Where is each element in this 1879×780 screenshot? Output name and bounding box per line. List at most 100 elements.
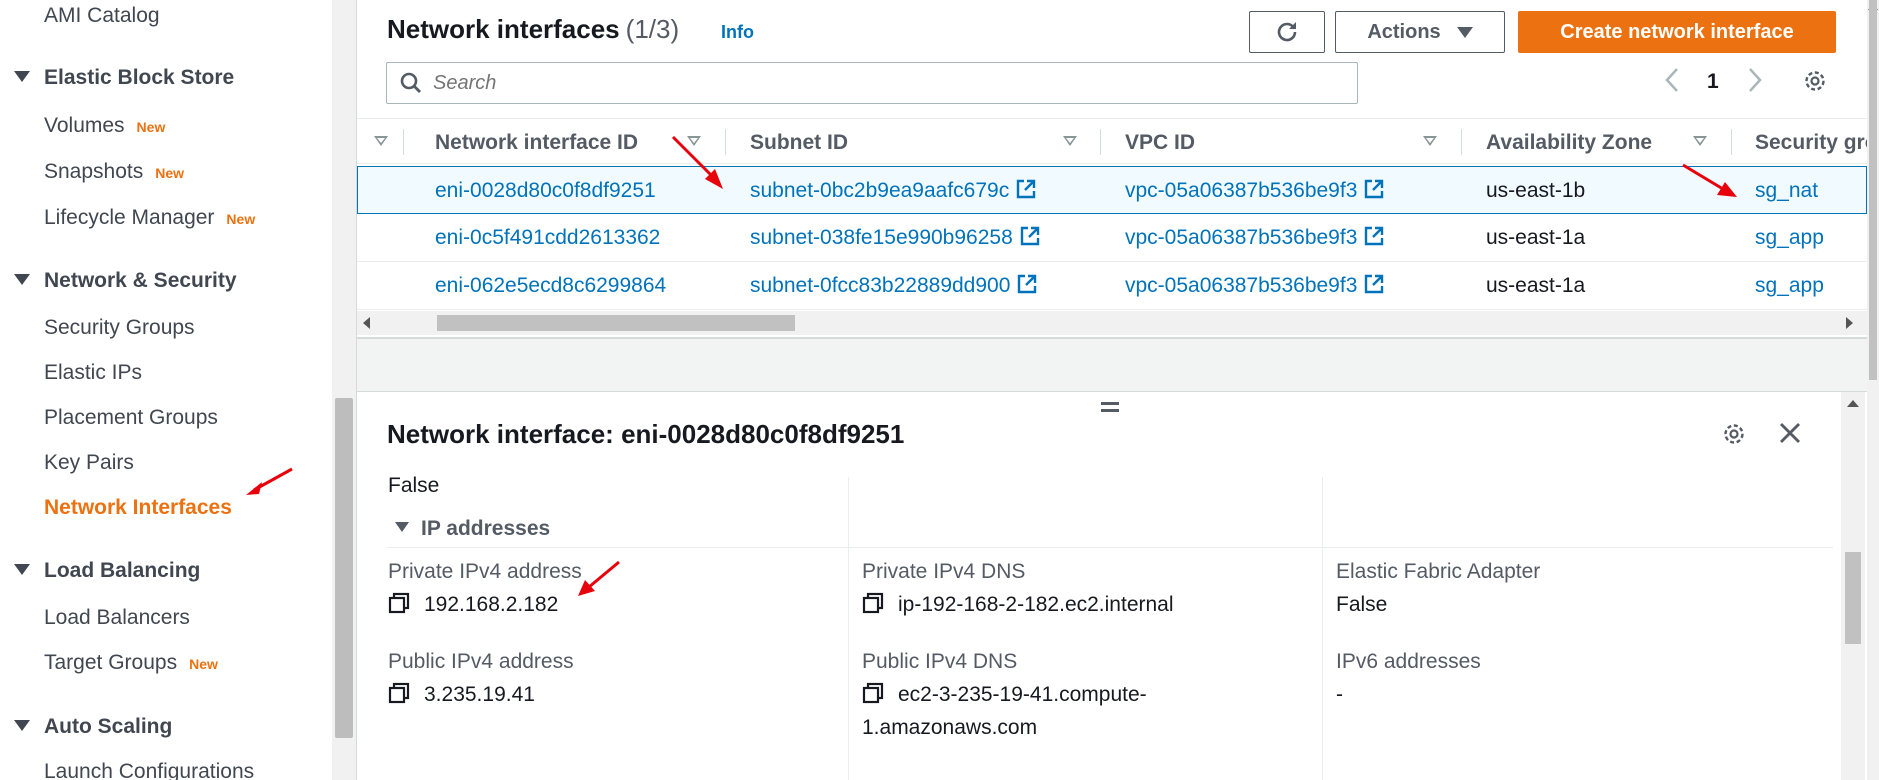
column-divider: [1100, 129, 1101, 155]
sort-icon[interactable]: [1063, 136, 1077, 146]
public-dns-label: Public IPv4 DNS: [862, 650, 1018, 673]
scroll-up-icon[interactable]: [1847, 400, 1859, 407]
vpc-id-link[interactable]: vpc-05a06387b536be9f3: [1125, 274, 1385, 298]
horizontal-scrollbar[interactable]: [357, 311, 1867, 335]
page-vertical-scrollbar[interactable]: [1867, 0, 1879, 780]
column-divider: [1731, 129, 1732, 155]
eni-id-link[interactable]: eni-0c5f491cdd2613362: [435, 226, 660, 250]
column-divider: [1322, 477, 1323, 780]
sidebar: AMI Catalog Elastic Block Store Volumes N…: [0, 0, 332, 780]
detail-vertical-scrollbar[interactable]: [1841, 392, 1865, 780]
column-header-security-groups[interactable]: Security gro: [1755, 131, 1878, 155]
sidebar-item-security-groups[interactable]: Security Groups: [44, 316, 195, 340]
ipv6-label: IPv6 addresses: [1336, 650, 1481, 673]
section-load-balancing[interactable]: Load Balancing: [14, 559, 200, 583]
subnet-id-link[interactable]: subnet-0fcc83b22889dd900: [750, 274, 1038, 298]
annotation-arrow-icon: [671, 135, 723, 189]
sidebar-item-volumes[interactable]: Volumes New: [44, 114, 165, 138]
info-link[interactable]: Info: [721, 22, 754, 43]
sidebar-item-snapshots[interactable]: Snapshots New: [44, 160, 184, 184]
table-row[interactable]: eni-0c5f491cdd2613362 subnet-038fe15e990…: [357, 214, 1867, 262]
section-elastic-block-store[interactable]: Elastic Block Store: [14, 66, 234, 90]
vpc-id-link[interactable]: vpc-05a06387b536be9f3: [1125, 179, 1385, 203]
security-group-link[interactable]: sg_app: [1755, 274, 1824, 298]
table-row[interactable]: eni-0028d80c0f8df9251 subnet-0bc2b9ea9aa…: [357, 166, 1867, 214]
detail-panel: Network interface: eni-0028d80c0f8df9251…: [357, 391, 1867, 780]
sidebar-item-target-groups[interactable]: Target Groups New: [44, 651, 218, 675]
create-network-interface-button[interactable]: Create network interface: [1518, 11, 1836, 53]
private-ipv4-label: Private IPv4 address: [388, 560, 582, 583]
sidebar-item-key-pairs[interactable]: Key Pairs: [44, 451, 134, 475]
section-auto-scaling[interactable]: Auto Scaling: [14, 715, 172, 739]
sidebar-item-placement-groups[interactable]: Placement Groups: [44, 406, 218, 430]
scroll-left-icon[interactable]: [363, 317, 370, 329]
external-link-icon: [1365, 180, 1384, 199]
caret-down-icon: [14, 563, 30, 575]
security-group-link[interactable]: sg_nat: [1755, 179, 1818, 203]
detail-scrollbar-thumb[interactable]: [1845, 552, 1861, 644]
scroll-right-icon[interactable]: [1846, 317, 1853, 329]
public-ipv4-value: 3.235.19.41: [388, 683, 535, 707]
sort-icon[interactable]: [1423, 136, 1437, 146]
next-page-button[interactable]: [1745, 66, 1765, 102]
copy-icon[interactable]: [388, 682, 410, 704]
sidebar-scrollbar[interactable]: [332, 0, 356, 780]
column-header-subnet-id[interactable]: Subnet ID: [750, 131, 848, 155]
main-panel: Network interfaces (1/3) Info Actions Cre…: [357, 0, 1878, 780]
search-input[interactable]: [433, 71, 1333, 95]
caret-down-icon: [1456, 26, 1473, 38]
horizontal-scrollbar-thumb[interactable]: [437, 315, 795, 331]
sort-icon[interactable]: [1693, 136, 1707, 146]
external-link-icon: [1020, 227, 1039, 246]
copy-icon[interactable]: [862, 592, 884, 614]
subnet-id-link[interactable]: subnet-0bc2b9ea9aafc679c: [750, 179, 1037, 203]
subnet-id-link[interactable]: subnet-038fe15e990b96258: [750, 226, 1041, 250]
availability-zone: us-east-1a: [1486, 274, 1586, 297]
page-scrollbar-thumb[interactable]: [1869, 0, 1877, 380]
detail-preferences-button[interactable]: [1721, 421, 1747, 452]
new-badge: New: [136, 119, 166, 135]
public-ipv4-label: Public IPv4 address: [388, 650, 574, 673]
search-bar[interactable]: [386, 62, 1358, 104]
eni-id-link[interactable]: eni-062e5ecd8c6299864: [435, 274, 666, 298]
private-ipv4-value: 192.168.2.182: [388, 593, 558, 617]
sidebar-item-ami-catalog[interactable]: AMI Catalog: [44, 4, 160, 28]
sidebar-scrollbar-thumb[interactable]: [335, 398, 353, 738]
column-header-availability-zone[interactable]: Availability Zone: [1486, 131, 1652, 155]
table-row[interactable]: eni-062e5ecd8c6299864 subnet-0fcc83b2288…: [357, 262, 1867, 310]
sidebar-item-load-balancers[interactable]: Load Balancers: [44, 606, 190, 630]
sort-icon[interactable]: [374, 136, 388, 146]
new-badge: New: [155, 165, 185, 181]
column-divider: [1461, 129, 1462, 155]
annotation-arrow-icon: [246, 467, 293, 495]
caret-down-icon: [395, 522, 409, 533]
private-dns-label: Private IPv4 DNS: [862, 560, 1026, 583]
section-network-security[interactable]: Network & Security: [14, 269, 237, 293]
ip-addresses-section-toggle[interactable]: IP addresses: [395, 517, 550, 541]
previous-page-button[interactable]: [1662, 66, 1682, 102]
field-value: False: [388, 474, 440, 497]
column-header-network-interface-id[interactable]: Network interface ID: [435, 131, 638, 155]
divider: [387, 547, 1833, 548]
page-number[interactable]: 1: [1707, 70, 1719, 94]
column-divider: [403, 129, 404, 155]
caret-down-icon: [14, 273, 30, 285]
sidebar-item-network-interfaces[interactable]: Network Interfaces: [44, 496, 232, 520]
eni-id-link[interactable]: eni-0028d80c0f8df9251: [435, 179, 656, 203]
resize-handle-icon[interactable]: [1101, 402, 1119, 416]
vpc-id-link[interactable]: vpc-05a06387b536be9f3: [1125, 226, 1385, 250]
ipv6-value: -: [1336, 683, 1343, 706]
refresh-button[interactable]: [1249, 11, 1325, 53]
external-link-icon: [1018, 275, 1037, 294]
close-detail-button[interactable]: [1777, 420, 1803, 451]
sidebar-item-launch-configurations[interactable]: Launch Configurations: [44, 760, 254, 780]
gear-icon: [1724, 424, 1744, 444]
copy-icon[interactable]: [388, 592, 410, 614]
actions-dropdown[interactable]: Actions: [1335, 11, 1505, 53]
sidebar-item-lifecycle-manager[interactable]: Lifecycle Manager New: [44, 206, 255, 230]
column-header-vpc-id[interactable]: VPC ID: [1125, 131, 1195, 155]
sidebar-item-elastic-ips[interactable]: Elastic IPs: [44, 361, 142, 385]
security-group-link[interactable]: sg_app: [1755, 226, 1824, 250]
preferences-button[interactable]: [1802, 68, 1828, 99]
copy-icon[interactable]: [862, 682, 884, 704]
